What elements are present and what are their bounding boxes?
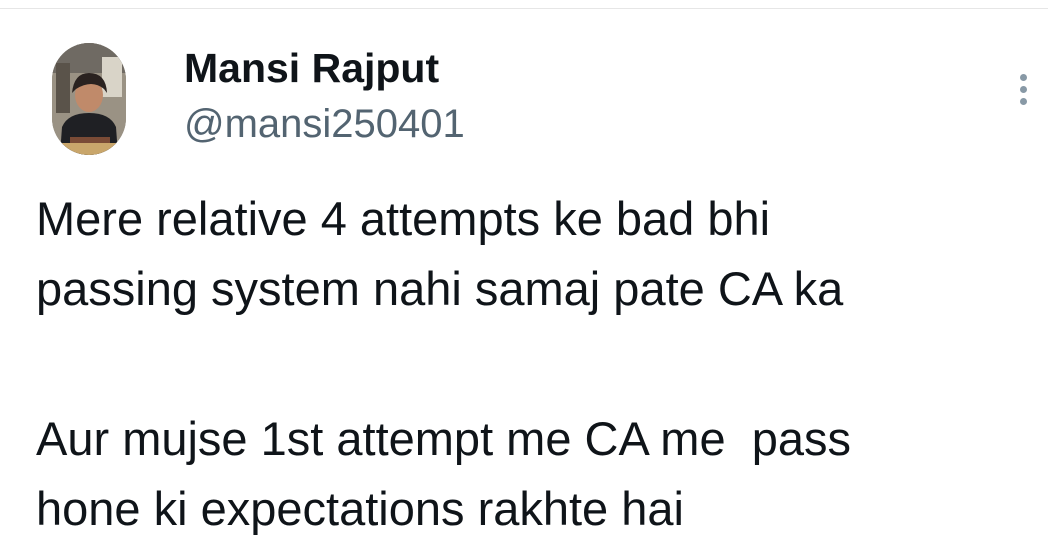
tweet-card: Mansi Rajput @mansi250401 Mere relative …	[0, 0, 1048, 550]
tweet-text-line: Aur mujse 1st attempt me CA me pass	[36, 412, 851, 465]
more-vertical-icon-dot	[1019, 97, 1027, 105]
avatar[interactable]	[52, 43, 126, 155]
author-display-name[interactable]: Mansi Rajput	[184, 44, 439, 92]
tweet-text-line: hone ki expectations rakhte hai	[36, 482, 684, 535]
tweet-text-line: passing system nahi samaj pate CA ka	[36, 262, 844, 315]
more-options-button[interactable]	[1010, 64, 1036, 114]
profile-photo-icon	[52, 43, 126, 155]
author-handle[interactable]: @mansi250401	[184, 100, 465, 148]
more-vertical-icon	[1019, 73, 1027, 81]
tweet-text-paragraph-2: Aur mujse 1st attempt me CA me pass hone…	[36, 404, 1036, 544]
tweet-text-paragraph-1: Mere relative 4 attempts ke bad bhi pass…	[36, 184, 1036, 324]
tweet-text-line: Mere relative 4 attempts ke bad bhi	[36, 192, 771, 245]
more-vertical-icon-dot	[1019, 85, 1027, 93]
